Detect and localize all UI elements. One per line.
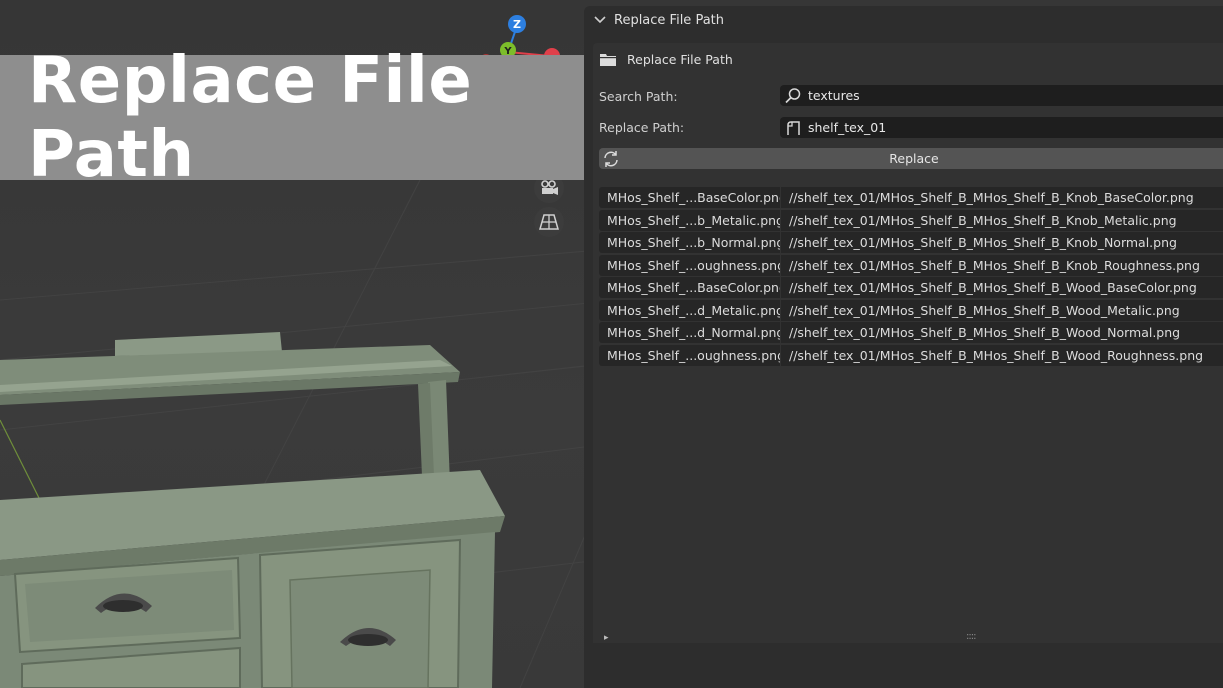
panel-body: Replace File Path Search Path: textures … xyxy=(593,43,1223,643)
panel-header[interactable]: Replace File Path xyxy=(584,6,1223,34)
list-item[interactable]: MHos_Shelf_...BaseColor.png //shelf_tex_… xyxy=(599,187,1223,210)
list-item[interactable]: MHos_Shelf_...d_Metalic.png //shelf_tex_… xyxy=(599,299,1223,323)
subpanel-header: Replace File Path xyxy=(599,49,733,69)
file-name: MHos_Shelf_...BaseColor.png xyxy=(599,187,780,208)
file-path[interactable]: //shelf_tex_01/MHos_Shelf_B_MHos_Shelf_B… xyxy=(781,344,1223,366)
file-path[interactable]: //shelf_tex_01/MHos_Shelf_B_MHos_Shelf_B… xyxy=(781,277,1223,298)
file-name: MHos_Shelf_...oughness.png xyxy=(599,344,780,366)
search-path-label: Search Path: xyxy=(599,89,678,104)
sidebar-panel: Replace File Path Replace File Path Sear… xyxy=(584,6,1223,688)
list-item[interactable]: MHos_Shelf_...oughness.png //shelf_tex_0… xyxy=(599,254,1223,278)
search-path-input[interactable]: textures xyxy=(780,85,1223,106)
file-path[interactable]: //shelf_tex_01/MHos_Shelf_B_MHos_Shelf_B… xyxy=(781,322,1223,343)
resize-grip-icon[interactable]: :::: xyxy=(966,631,977,642)
file-name: MHos_Shelf_...d_Normal.png xyxy=(599,322,780,343)
panel-header-label: Replace File Path xyxy=(614,12,724,28)
replace-button-label: Replace xyxy=(889,151,939,166)
replace-button[interactable]: Replace xyxy=(599,148,1223,169)
list-item[interactable]: MHos_Shelf_...d_Normal.png //shelf_tex_0… xyxy=(599,322,1223,345)
file-name: MHos_Shelf_...d_Metalic.png xyxy=(599,299,780,321)
file-path[interactable]: //shelf_tex_01/MHos_Shelf_B_MHos_Shelf_B… xyxy=(781,187,1223,208)
perspective-toggle-button[interactable] xyxy=(534,207,564,237)
replace-path-label: Replace Path: xyxy=(599,120,685,135)
search-path-value: textures xyxy=(808,88,860,103)
file-path[interactable]: //shelf_tex_01/MHos_Shelf_B_MHos_Shelf_B… xyxy=(781,254,1223,276)
file-name: MHos_Shelf_...b_Metalic.png xyxy=(599,209,780,231)
chevron-down-icon xyxy=(594,16,606,24)
search-icon xyxy=(785,87,801,103)
file-path-icon xyxy=(787,120,800,135)
subpanel-title: Replace File Path xyxy=(627,51,733,67)
list-item[interactable]: MHos_Shelf_...oughness.png //shelf_tex_0… xyxy=(599,344,1223,368)
file-path[interactable]: //shelf_tex_01/MHos_Shelf_B_MHos_Shelf_B… xyxy=(781,299,1223,321)
list-item[interactable]: MHos_Shelf_...b_Metalic.png //shelf_tex_… xyxy=(599,209,1223,233)
svg-text:Z: Z xyxy=(513,18,521,31)
expand-arrow-icon[interactable]: ▸ xyxy=(604,633,609,643)
file-name: MHos_Shelf_...b_Normal.png xyxy=(599,232,780,253)
replace-path-value: shelf_tex_01 xyxy=(808,120,887,135)
file-name: MHos_Shelf_...oughness.png xyxy=(599,254,780,276)
file-path[interactable]: //shelf_tex_01/MHos_Shelf_B_MHos_Shelf_B… xyxy=(781,209,1223,231)
folder-icon xyxy=(600,54,616,66)
title-overlay: Replace File Path xyxy=(0,44,590,192)
list-item[interactable]: MHos_Shelf_...b_Normal.png //shelf_tex_0… xyxy=(599,232,1223,255)
file-path[interactable]: //shelf_tex_01/MHos_Shelf_B_MHos_Shelf_B… xyxy=(781,232,1223,253)
replace-path-input[interactable]: shelf_tex_01 xyxy=(780,117,1223,138)
file-name: MHos_Shelf_...BaseColor.png xyxy=(599,277,780,298)
file-list: MHos_Shelf_...BaseColor.png //shelf_tex_… xyxy=(599,187,1223,367)
refresh-icon xyxy=(604,151,618,167)
grid-perspective-icon xyxy=(539,214,559,230)
list-item[interactable]: MHos_Shelf_...BaseColor.png //shelf_tex_… xyxy=(599,277,1223,300)
overlay-title: Replace File Path xyxy=(28,43,473,192)
